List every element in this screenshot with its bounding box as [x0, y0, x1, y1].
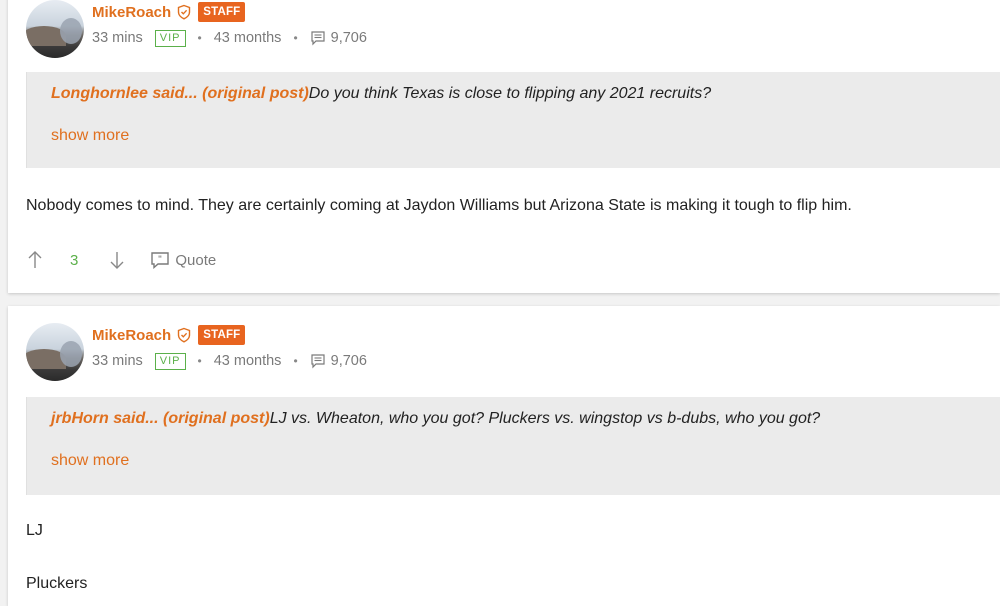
quote-paren-open: ( [158, 410, 169, 427]
separator-dot: • [293, 354, 298, 368]
vote-count: 3 [70, 251, 79, 269]
show-more-link[interactable]: show more [51, 452, 129, 470]
quote-paren-open: ( [197, 85, 208, 102]
member-tenure: 43 months [213, 353, 282, 369]
quote-line: Longhornlee said... (original post)Do yo… [51, 85, 711, 103]
separator-dot: • [197, 354, 202, 368]
post-count: 9,706 [330, 353, 367, 369]
name-row: MikeRoach STAFF [92, 323, 246, 347]
posts-count-icon [311, 31, 325, 46]
post-body-line: Pluckers [26, 575, 88, 592]
name-row: MikeRoach STAFF [92, 0, 246, 24]
post-actions: 3 " Quote [26, 248, 216, 272]
quote-text: LJ vs. Wheaton, who you got? Pluckers vs… [269, 410, 821, 427]
forum-post: MikeRoach STAFF 33 mins VIP • 43 months … [8, 0, 1000, 293]
username-link[interactable]: MikeRoach [92, 327, 171, 344]
original-post-link[interactable]: original post [168, 410, 264, 427]
member-tenure: 43 months [213, 30, 282, 46]
quote-button[interactable]: " Quote [150, 251, 216, 269]
quote-author[interactable]: Longhornlee said... [51, 85, 198, 102]
original-post-link[interactable]: original post [207, 85, 303, 102]
posts-count-icon [311, 354, 325, 369]
quote-text: Do you think Texas is close to flipping … [308, 85, 712, 102]
show-more-link[interactable]: show more [51, 127, 129, 145]
upvote-arrow-icon[interactable] [26, 250, 44, 270]
verified-shield-icon [178, 4, 191, 20]
post-body: Nobody comes to mind. They are certainly… [26, 197, 852, 214]
avatar[interactable] [26, 323, 84, 381]
post-meta: 33 mins VIP • 43 months • 9,706 [92, 350, 367, 372]
avatar[interactable] [26, 0, 84, 58]
forum-post: MikeRoach STAFF 33 mins VIP • 43 months … [8, 306, 1000, 606]
staff-badge: STAFF [198, 325, 246, 345]
verified-shield-icon [178, 327, 191, 343]
quoted-post: Longhornlee said... (original post)Do yo… [26, 72, 1000, 168]
post-header: MikeRoach STAFF 33 mins VIP • 43 months … [26, 323, 926, 383]
quote-bubble-icon: " [151, 252, 170, 269]
quote-author[interactable]: jrbHorn said... [51, 410, 159, 427]
downvote-arrow-icon[interactable] [108, 250, 126, 270]
vip-badge: VIP [154, 352, 186, 370]
username-link[interactable]: MikeRoach [92, 4, 171, 21]
separator-dot: • [293, 31, 298, 45]
quote-label: Quote [175, 251, 217, 269]
post-meta: 33 mins VIP • 43 months • 9,706 [92, 27, 367, 49]
svg-text:": " [158, 255, 162, 264]
post-count: 9,706 [330, 30, 367, 46]
post-body-line: LJ [26, 522, 43, 539]
post-header: MikeRoach STAFF 33 mins VIP • 43 months … [26, 0, 926, 60]
quoted-post: jrbHorn said... (original post)LJ vs. Wh… [26, 397, 1000, 495]
post-time[interactable]: 33 mins [92, 353, 143, 369]
post-time[interactable]: 33 mins [92, 30, 143, 46]
separator-dot: • [197, 31, 202, 45]
staff-badge: STAFF [198, 2, 246, 22]
vip-badge: VIP [154, 29, 186, 47]
quote-line: jrbHorn said... (original post)LJ vs. Wh… [51, 410, 820, 428]
